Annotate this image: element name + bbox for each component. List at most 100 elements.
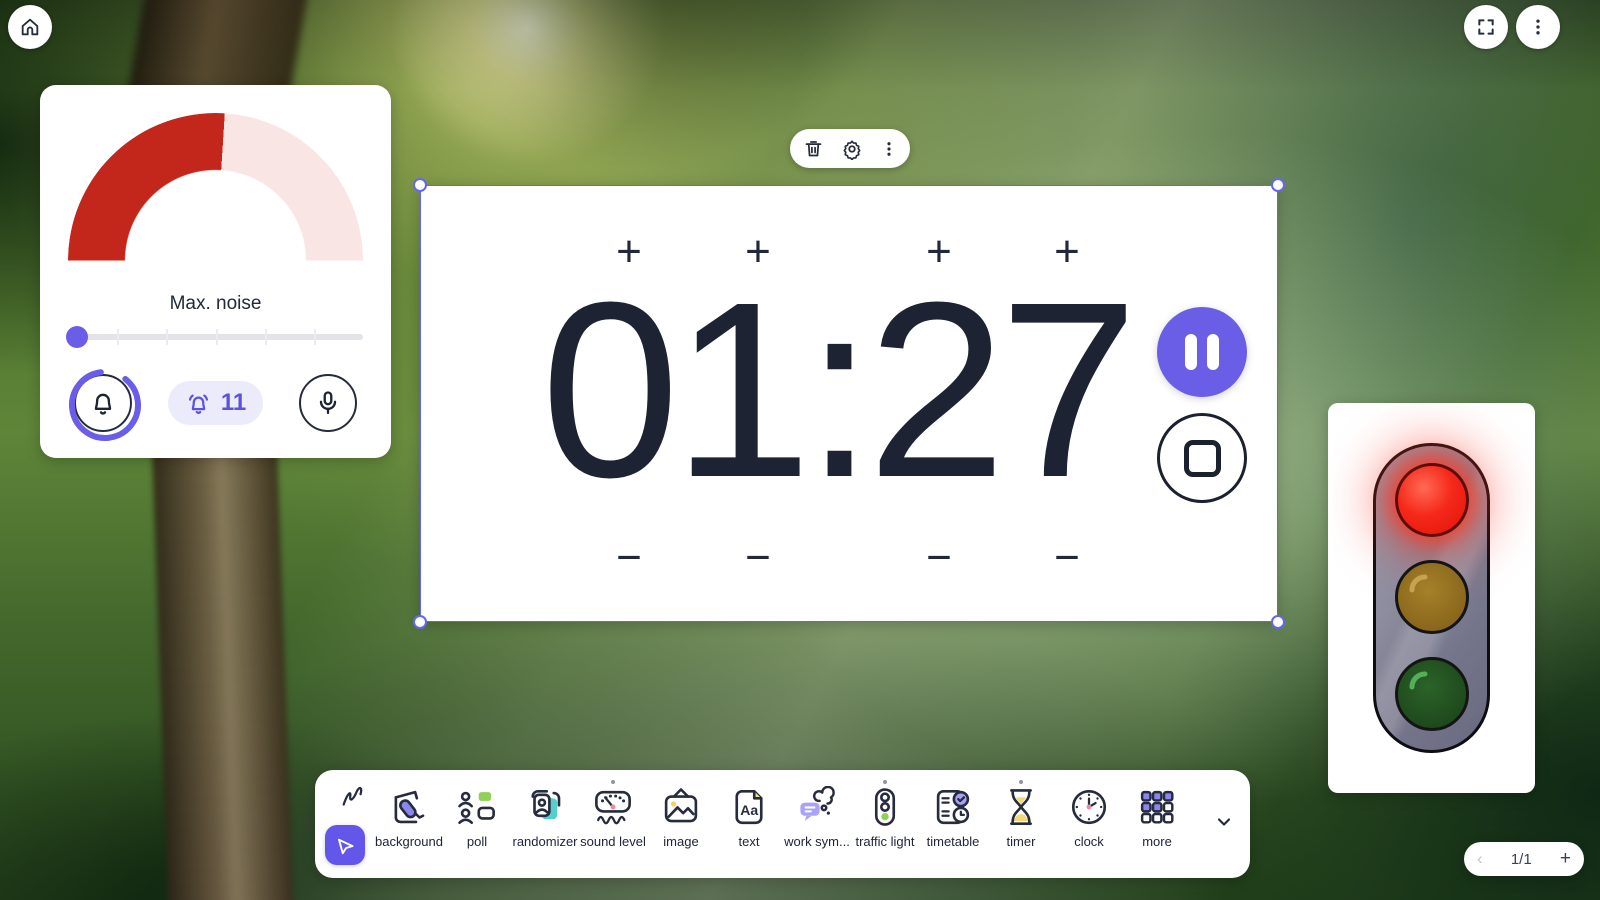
toolbar-item-label: sound level [580, 834, 646, 849]
widget-action-toolbar [790, 129, 910, 168]
toolbar-item-label: traffic light [855, 834, 914, 849]
main-menu-button[interactable] [1516, 5, 1560, 49]
toolbar-item-timetable[interactable]: timetable [919, 783, 987, 849]
bell-count-badge[interactable]: 11 [168, 381, 263, 425]
kebab-menu-icon [880, 140, 898, 158]
randomizer-cards-icon [524, 783, 566, 831]
slider-tick [216, 329, 218, 345]
widget-more-button[interactable] [880, 140, 898, 158]
traffic-light-widget [1328, 403, 1535, 793]
noise-controls-row: 11 [74, 374, 357, 432]
noise-gauge [68, 113, 363, 261]
toolbar-collapse-button[interactable] [1214, 812, 1234, 832]
hourglass-icon [1000, 783, 1042, 831]
picture-icon [660, 783, 702, 831]
slider-tick [166, 329, 168, 345]
bell-ringing-icon [185, 390, 212, 417]
toolbar-item-clock[interactable]: clock [1055, 783, 1123, 849]
bell-count: 11 [221, 389, 246, 417]
sound-meter-icon [592, 783, 634, 831]
delete-widget-button[interactable] [803, 138, 824, 159]
sound-level-widget: Max. noise [40, 85, 391, 458]
noise-slider-thumb[interactable] [66, 326, 88, 348]
pause-button[interactable] [1157, 307, 1247, 397]
decrease-minutes-button[interactable]: − [745, 536, 771, 580]
select-tool-button[interactable] [325, 825, 365, 865]
slider-tick [117, 329, 119, 345]
draw-tool-button[interactable] [339, 782, 369, 812]
timetable-icon [932, 783, 974, 831]
decrease-seconds-button[interactable]: − [1054, 536, 1080, 580]
bell-alert-button[interactable] [74, 374, 132, 432]
toolbar-item-label: timer [1007, 834, 1036, 849]
decrease-minutes-tens-button[interactable]: − [616, 536, 642, 580]
add-page-button[interactable]: + [1560, 848, 1571, 870]
toolbar-item-label: image [663, 834, 698, 849]
page-indicator: 1/1 [1511, 851, 1532, 868]
toolbar-item-sound-level[interactable]: sound level [579, 783, 647, 849]
resize-handle-bottom-left[interactable] [413, 615, 427, 629]
toolbar-item-label: background [375, 834, 443, 849]
fullscreen-button[interactable] [1464, 5, 1508, 49]
resize-handle-top-right[interactable] [1271, 178, 1285, 192]
text-page-icon: Aa [728, 783, 770, 831]
toolbar-item-label: poll [467, 834, 487, 849]
microphone-button[interactable] [299, 374, 357, 432]
stop-icon [1184, 440, 1221, 477]
resize-handle-top-left[interactable] [413, 178, 427, 192]
timer-display: 01:27 [541, 265, 1132, 515]
toolbar-item-image[interactable]: image [647, 783, 715, 849]
canopy-shadow [365, 0, 956, 208]
fullscreen-icon [1476, 17, 1496, 37]
toolbar-item-label: more [1142, 834, 1172, 849]
decrease-seconds-tens-button[interactable]: − [926, 536, 952, 580]
pause-icon [1185, 334, 1197, 370]
widgets-toolbar: background poll [315, 770, 1250, 878]
stop-button[interactable] [1157, 413, 1247, 503]
paint-roller-icon [388, 783, 430, 831]
clock-icon [1068, 783, 1110, 831]
noise-gauge-label: Max. noise [40, 293, 391, 315]
widget-settings-button[interactable] [841, 138, 863, 160]
max-noise-slider[interactable] [68, 326, 363, 348]
green-light[interactable] [1395, 657, 1469, 731]
toolbar-item-randomizer[interactable]: randomizer [511, 783, 579, 849]
resize-handle-bottom-right[interactable] [1271, 615, 1285, 629]
toolbar-item-more[interactable]: more [1123, 783, 1191, 849]
home-icon [19, 16, 41, 38]
slider-tick [265, 329, 267, 345]
pen-scribble-icon [339, 782, 369, 812]
grid-more-icon [1136, 783, 1178, 831]
toolbar-item-background[interactable]: background [375, 783, 443, 849]
bell-progress-ring [68, 368, 142, 442]
gear-icon [841, 138, 863, 160]
previous-page-button[interactable]: ‹ [1477, 849, 1483, 869]
traffic-light-icon [864, 783, 906, 831]
toolbar-item-poll[interactable]: poll [443, 783, 511, 849]
toolbar-item-label: clock [1074, 834, 1104, 849]
page-navigator: ‹ 1/1 + [1464, 842, 1584, 876]
slider-tick [314, 329, 316, 345]
cursor-icon [333, 833, 357, 857]
active-dot [1019, 780, 1023, 784]
red-light[interactable] [1395, 463, 1469, 537]
kebab-menu-icon [1528, 17, 1548, 37]
app-canvas: Max. noise [0, 0, 1600, 900]
toolbar-item-work-symbols[interactable]: work sym... [783, 783, 851, 849]
timer-widget[interactable]: + + + + 01:27 − − − − [420, 185, 1278, 622]
speech-bubble-cloud-icon [796, 783, 838, 831]
svg-text:Aa: Aa [740, 802, 758, 818]
toolbar-item-text[interactable]: Aa text [715, 783, 783, 849]
palm-trunk-bottom [151, 423, 293, 900]
poll-icon [456, 783, 498, 831]
active-dot [883, 780, 887, 784]
amber-light[interactable] [1395, 560, 1469, 634]
chevron-down-icon [1214, 812, 1234, 832]
toolbar-items: background poll [375, 783, 1191, 849]
toolbar-item-label: randomizer [512, 834, 577, 849]
toolbar-item-label: work sym... [784, 834, 850, 849]
toolbar-item-label: timetable [927, 834, 980, 849]
home-button[interactable] [8, 5, 52, 49]
toolbar-item-traffic-light[interactable]: traffic light [851, 783, 919, 849]
toolbar-item-timer[interactable]: timer [987, 783, 1055, 849]
